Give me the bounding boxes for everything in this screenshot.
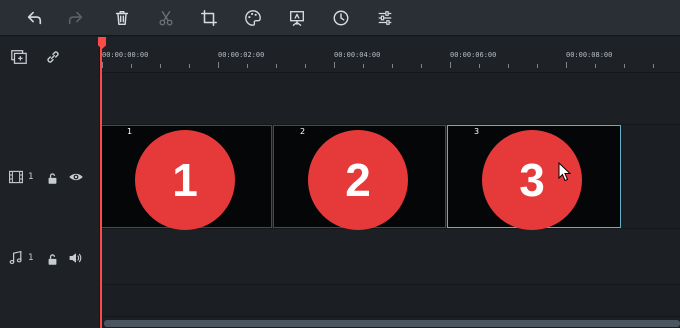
visibility-toggle[interactable] [68, 169, 84, 189]
ruler-tick [624, 64, 625, 68]
mouse-cursor-icon [558, 162, 572, 182]
video-clip-selected[interactable]: 3 3 [447, 125, 621, 230]
add-track-icon [11, 50, 27, 64]
empty-track-lane[interactable] [100, 73, 680, 125]
unlock-icon [48, 173, 57, 184]
link-button[interactable] [44, 48, 62, 70]
undo-icon [27, 11, 42, 25]
ruler-label: 00:00:04:00 [334, 51, 381, 59]
ruler-label: 00:00:02:00 [218, 51, 265, 59]
color-button[interactable] [243, 8, 263, 28]
video-lock-button[interactable] [46, 170, 59, 189]
audio-track-lane[interactable] [100, 229, 680, 285]
palette-icon [245, 10, 261, 26]
ruler-tick [276, 64, 277, 68]
adjust-button[interactable] [375, 8, 395, 28]
audio-track-number: 1 [28, 253, 34, 263]
sliders-icon [378, 11, 392, 25]
link-icon [47, 51, 59, 63]
volume-toggle[interactable] [68, 250, 84, 270]
ruler-tick [102, 62, 103, 68]
clip-number: 1 [127, 127, 133, 136]
ruler-tick [537, 64, 538, 68]
ruler-tick [595, 64, 596, 68]
ruler-tick [160, 64, 161, 68]
clip-number: 2 [300, 127, 306, 136]
speaker-icon [69, 253, 82, 263]
unlock-icon [48, 254, 57, 265]
scissors-icon [159, 11, 173, 26]
crop-icon [201, 10, 217, 26]
timeline-area[interactable]: 00:00:00:00 00:00:02:00 00:00:04:00 00:0… [100, 37, 680, 328]
undo-button[interactable] [24, 8, 44, 28]
ruler-tick [305, 64, 306, 68]
redo-button[interactable] [66, 8, 86, 28]
redo-icon [68, 11, 83, 25]
track-header-panel: 1 1 [0, 37, 100, 328]
time-ruler[interactable]: 00:00:00:00 00:00:02:00 00:00:04:00 00:0… [100, 37, 680, 73]
presentation-button[interactable] [287, 8, 307, 28]
cut-button[interactable] [156, 8, 176, 28]
crop-button[interactable] [199, 8, 219, 28]
ruler-tick [363, 64, 364, 68]
add-track-button[interactable] [10, 48, 28, 70]
ruler-label: 00:00:00:00 [102, 51, 149, 59]
ruler-tick [508, 64, 509, 68]
toolbar [0, 0, 680, 36]
scrollbar-thumb[interactable] [104, 320, 680, 327]
clip-thumbnail: 1 [135, 130, 235, 230]
video-clip[interactable]: 1 1 [100, 125, 272, 230]
video-track-header: 1 [0, 168, 100, 186]
ruler-tick [189, 64, 190, 68]
ruler-tick [479, 64, 480, 68]
audio-lock-button[interactable] [46, 251, 59, 270]
presentation-icon [290, 11, 304, 26]
clock-icon [333, 10, 349, 26]
clip-thumbnail: 2 [308, 130, 408, 230]
horizontal-scrollbar[interactable] [100, 317, 680, 328]
music-note-icon [8, 250, 24, 270]
ruler-tick [421, 64, 422, 68]
ruler-label: 00:00:08:00 [566, 51, 613, 59]
trash-icon [115, 10, 129, 26]
ruler-tick [566, 62, 567, 68]
ruler-tick [131, 64, 132, 68]
video-track-number: 1 [28, 172, 34, 182]
film-icon [8, 169, 24, 189]
clip-number: 3 [474, 127, 480, 136]
playhead-line[interactable] [100, 37, 102, 328]
audio-track-header: 1 [0, 249, 100, 267]
ruler-tick [450, 62, 451, 68]
ruler-tick [392, 64, 393, 68]
empty-track-lane-bottom[interactable] [100, 285, 680, 317]
ruler-tick [247, 64, 248, 68]
speed-button[interactable] [331, 8, 351, 28]
ruler-tick [334, 62, 335, 68]
ruler-tick [218, 62, 219, 68]
eye-icon [69, 173, 83, 181]
ruler-label: 00:00:06:00 [450, 51, 497, 59]
ruler-tick [653, 64, 654, 68]
video-clip[interactable]: 2 2 [273, 125, 446, 230]
delete-button[interactable] [112, 8, 132, 28]
track-tools-row [0, 47, 100, 67]
